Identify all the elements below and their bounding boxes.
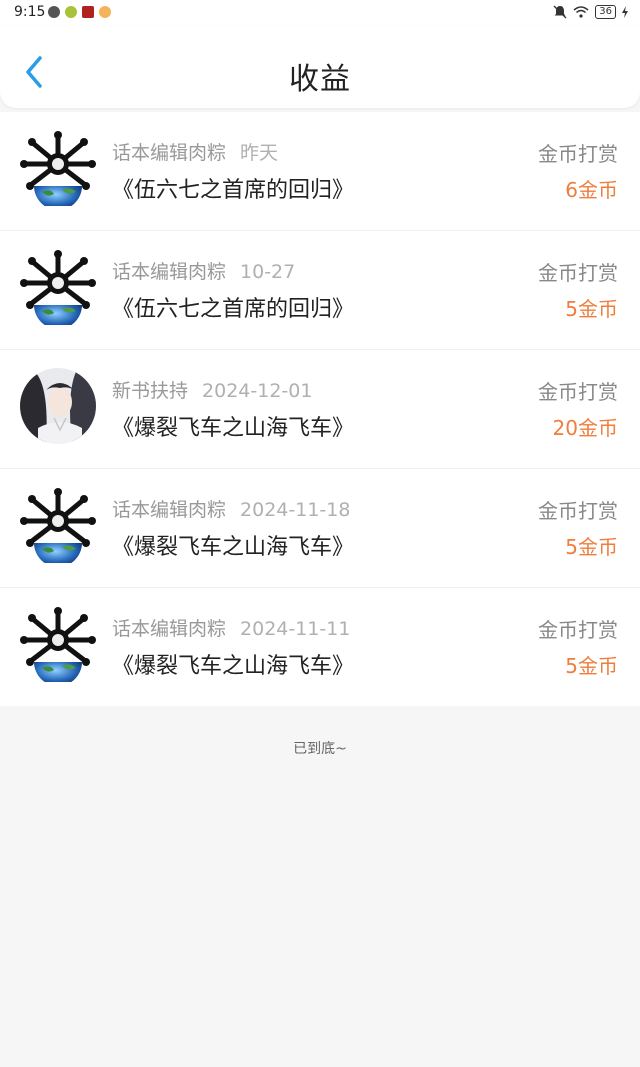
page-title: 收益 (289, 62, 351, 97)
mute-bell-icon (553, 5, 567, 19)
record-date: 2024-11-18 (240, 499, 351, 521)
sender-name: 话本编辑肉粽 (112, 261, 227, 283)
app-icon-1 (48, 6, 60, 18)
record-type: 金币打赏 (538, 618, 618, 642)
app-icon-4 (99, 6, 111, 18)
record-date: 2024-11-11 (240, 618, 351, 640)
record-meta: 新书扶持 2024-12-01 (112, 376, 312, 403)
record-date: 昨天 (240, 142, 279, 164)
record-date: 10-27 (240, 261, 296, 283)
status-right-icons: 36 (553, 5, 628, 19)
status-bar: 9:15 36 (0, 0, 640, 26)
sender-name: 话本编辑肉粽 (112, 142, 227, 164)
list-item[interactable]: 话本编辑肉粽 2024-11-18 《爆裂飞车之山海飞车》 金币打赏 5金币 (0, 469, 640, 588)
sender-name: 话本编辑肉粽 (112, 499, 227, 521)
header: 收益 (0, 26, 640, 108)
book-title: 《爆裂飞车之山海飞车》 (112, 654, 355, 679)
skull-bones-avatar (20, 249, 96, 329)
book-title: 《爆裂飞车之山海飞车》 (112, 416, 355, 441)
app-icon-2 (65, 6, 77, 18)
record-meta: 话本编辑肉粽 昨天 (112, 138, 278, 165)
skull-bones-avatar (20, 130, 96, 210)
battery-indicator: 36 (595, 5, 616, 19)
sender-name: 新书扶持 (112, 380, 189, 402)
status-notification-icons (48, 6, 111, 18)
record-type: 金币打赏 (538, 261, 618, 285)
list-item[interactable]: 话本编辑肉粽 2024-11-11 《爆裂飞车之山海飞车》 金币打赏 5金币 (0, 588, 640, 706)
record-amount: 20金币 (552, 416, 618, 440)
list-item[interactable]: 话本编辑肉粽 昨天 《伍六七之首席的回归》 金币打赏 6金币 (0, 112, 640, 231)
status-time: 9:15 (14, 4, 46, 20)
skull-bones-avatar (20, 606, 96, 686)
book-title: 《伍六七之首席的回归》 (112, 297, 355, 322)
record-type: 金币打赏 (538, 380, 618, 404)
record-amount: 5金币 (565, 535, 618, 559)
charging-icon (622, 6, 628, 18)
record-meta: 话本编辑肉粽 10-27 (112, 257, 295, 284)
wifi-icon (573, 6, 589, 18)
earnings-list: 话本编辑肉粽 昨天 《伍六七之首席的回归》 金币打赏 6金币 话本编辑肉粽 10… (0, 112, 640, 706)
record-type: 金币打赏 (538, 499, 618, 523)
record-type: 金币打赏 (538, 142, 618, 166)
app-icon-3 (82, 6, 94, 18)
skull-bones-avatar (20, 487, 96, 567)
end-of-list-text: 已到底~ (293, 741, 347, 757)
sender-name: 话本编辑肉粽 (112, 618, 227, 640)
book-title: 《伍六七之首席的回归》 (112, 178, 355, 203)
anime-character-avatar (20, 368, 96, 444)
list-item[interactable]: 新书扶持 2024-12-01 《爆裂飞车之山海飞车》 金币打赏 20金币 (0, 350, 640, 469)
list-item[interactable]: 话本编辑肉粽 10-27 《伍六七之首席的回归》 金币打赏 5金币 (0, 231, 640, 350)
record-date: 2024-12-01 (202, 380, 313, 402)
book-title: 《爆裂飞车之山海飞车》 (112, 535, 355, 560)
record-amount: 6金币 (565, 178, 618, 202)
record-meta: 话本编辑肉粽 2024-11-11 (112, 614, 350, 641)
record-amount: 5金币 (565, 297, 618, 321)
record-amount: 5金币 (565, 654, 618, 678)
record-meta: 话本编辑肉粽 2024-11-18 (112, 495, 350, 522)
